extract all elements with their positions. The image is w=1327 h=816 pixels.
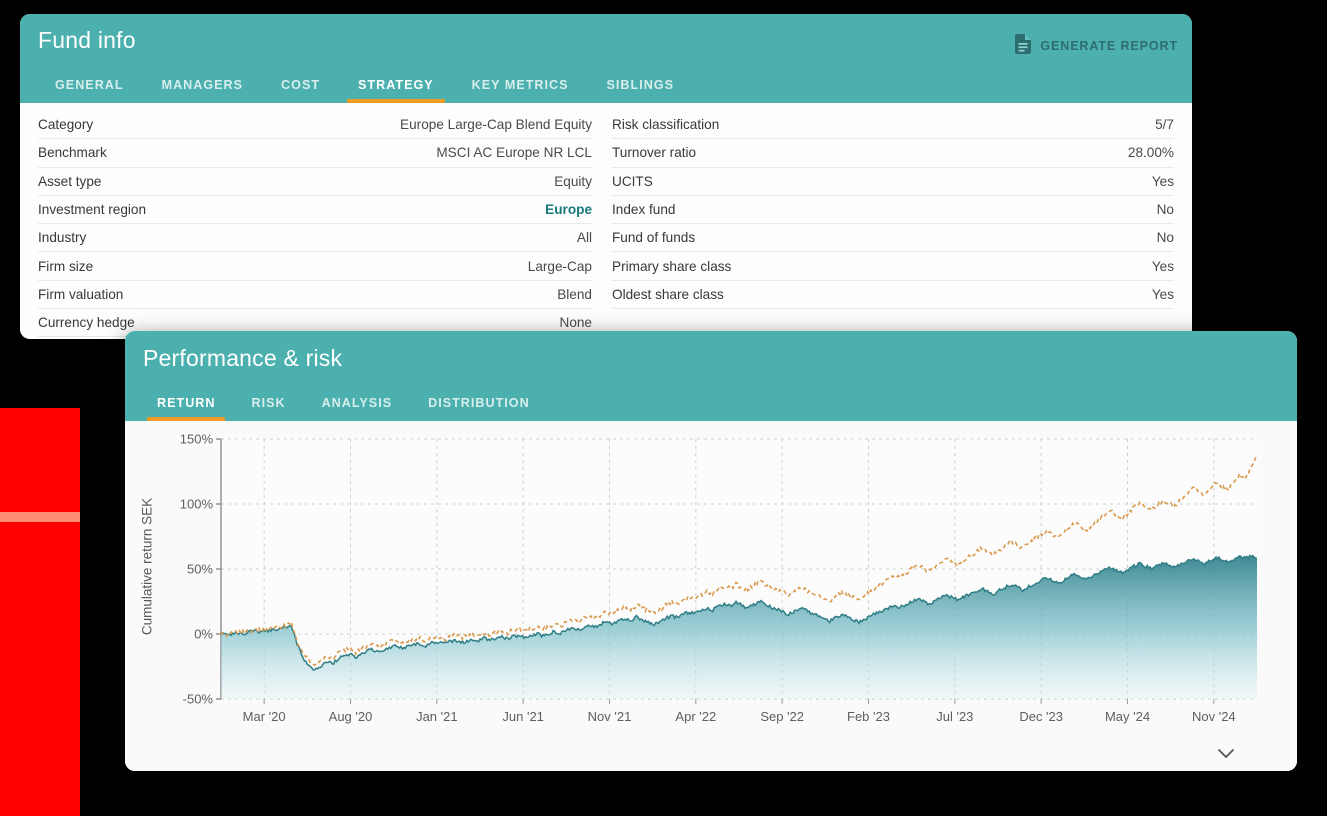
info-row-value: Yes [1151, 258, 1174, 274]
info-row-key: Risk classification [612, 117, 720, 133]
info-row: Firm size Large-Cap [38, 252, 592, 281]
performance-risk-card: Performance & risk RETURN RISK ANALYSIS DIS… [125, 331, 1297, 771]
info-row: Primary share class Yes [612, 252, 1174, 281]
y-axis-title: Cumulative return SEK [139, 497, 155, 636]
info-row: UCITS Yes [612, 168, 1174, 196]
tab-siblings[interactable]: SIBLINGS [588, 78, 693, 103]
info-row: Asset type Equity [38, 168, 592, 196]
info-row-key: Firm size [38, 258, 94, 274]
tab-strategy[interactable]: STRATEGY [339, 78, 453, 103]
info-row: Industry All [38, 224, 592, 253]
info-row-value: No [1156, 230, 1174, 246]
info-row-key: Investment region [38, 202, 147, 218]
info-row-value: Yes [1151, 286, 1174, 302]
fund-info-right-column: Risk classification 5/7 Turnover ratio 28.0… [606, 111, 1192, 337]
info-row-key: Turnover ratio [612, 145, 697, 161]
x-axis-tick-label: Aug '20 [328, 709, 373, 724]
performance-risk-tabs: RETURN RISK ANALYSIS DISTRIBUTION [139, 396, 548, 421]
x-axis-tick-label: Apr '22 [675, 709, 717, 724]
performance-risk-body: -50% 0% 50% 100% 150% Mar '20 Aug '20 Jan '21 Ju… [125, 421, 1297, 771]
generate-report-button[interactable]: GENERATE REPORT [1015, 34, 1178, 57]
x-axis-tick-label: Jan '21 [416, 709, 458, 724]
info-row-key: Category [38, 117, 94, 133]
x-axis-tick-label: Jun '21 [502, 709, 544, 724]
info-row-key: Fund of funds [612, 230, 696, 246]
info-row-key: Asset type [38, 173, 102, 189]
info-row: Turnover ratio 28.00% [612, 139, 1174, 168]
x-axis-tick-label: Sep '22 [760, 709, 804, 724]
info-row-value: Yes [1151, 173, 1174, 189]
screen-root: Fund info GENERATE REPORT GENERAL MANAGER… [0, 0, 1327, 816]
document-icon [1015, 34, 1032, 57]
info-row-value: No [1156, 202, 1174, 218]
fund-info-header: Fund info GENERATE REPORT GENERAL MANAGER… [20, 14, 1192, 103]
info-row-key: Firm valuation [38, 286, 124, 302]
info-row-key: Oldest share class [612, 286, 724, 302]
info-row-value[interactable]: Europe [545, 202, 592, 217]
x-axis-tick-label: Nov '24 [1191, 709, 1236, 724]
chevron-down-icon[interactable] [1213, 743, 1239, 763]
info-row: Risk classification 5/7 [612, 111, 1174, 140]
fund-info-card: Fund info GENERATE REPORT GENERAL MANAGER… [20, 14, 1192, 339]
info-row-key: Benchmark [38, 145, 107, 161]
info-row: Category Europe Large-Cap Blend Equity [38, 111, 592, 140]
tab-general[interactable]: GENERAL [36, 78, 143, 103]
performance-risk-title: Performance & risk [143, 345, 343, 371]
info-row-value: None [559, 315, 593, 331]
info-row: Fund of funds No [612, 224, 1174, 253]
performance-risk-header: Performance & risk RETURN RISK ANALYSIS DIS… [125, 331, 1297, 421]
info-row-value: 5/7 [1155, 117, 1174, 133]
info-row-key: Currency hedge [38, 315, 135, 331]
info-row-key: Primary share class [612, 258, 732, 274]
x-axis-tick-label: Nov '21 [587, 709, 632, 724]
x-axis-tick-label: Jul '23 [936, 709, 974, 724]
y-axis-tick-label: 100% [179, 496, 213, 512]
info-row-value: MSCI AC Europe NR LCL [436, 145, 592, 161]
chart-svg [216, 438, 1258, 704]
info-row-value: Europe Large-Cap Blend Equity [400, 117, 592, 133]
fund-info-left-column: Category Europe Large-Cap Blend Equity Ben… [20, 111, 606, 338]
info-row-value: Large-Cap [527, 258, 592, 274]
x-axis-tick-label: Dec '23 [1019, 709, 1063, 724]
cumulative-return-chart: -50% 0% 50% 100% 150% Mar '20 Aug '20 Jan '21 Ju… [125, 421, 1297, 751]
tab-managers[interactable]: MANAGERS [143, 78, 262, 103]
y-axis-tick-label: -50% [182, 691, 213, 707]
info-row: Firm valuation Blend [38, 281, 592, 310]
x-axis-tick-label: May '24 [1104, 709, 1151, 724]
info-row-value: All [576, 230, 592, 246]
tab-risk[interactable]: RISK [233, 396, 303, 421]
info-row-value: 28.00% [1127, 145, 1174, 161]
info-row-key: Index fund [612, 202, 676, 218]
tab-return[interactable]: RETURN [139, 396, 233, 421]
x-axis-tick-label: Mar '20 [242, 709, 286, 724]
x-axis-tick-label: Feb '23 [847, 709, 890, 724]
info-row-key: Industry [38, 230, 87, 246]
y-axis-tick-label: 150% [179, 431, 213, 447]
y-axis-tick-label: 50% [186, 561, 213, 577]
info-row-value: Equity [554, 173, 592, 189]
generate-report-label: GENERATE REPORT [1040, 38, 1178, 53]
tab-key-metrics[interactable]: KEY METRICS [453, 78, 588, 103]
tab-analysis[interactable]: ANALYSIS [304, 396, 411, 421]
y-axis-tick-label: 0% [194, 626, 213, 642]
info-row-value: Blend [557, 286, 592, 302]
fund-info-tabs: GENERAL MANAGERS COST STRATEGY KEY METRICS SI… [36, 78, 693, 103]
fund-info-body: Category Europe Large-Cap Blend Equity Ben… [20, 103, 1192, 338]
red-decoration-stripe [0, 512, 80, 522]
red-decoration-block [0, 408, 80, 816]
fund-info-title: Fund info [38, 27, 136, 53]
tab-distribution[interactable]: DISTRIBUTION [410, 396, 548, 421]
info-row: Benchmark MSCI AC Europe NR LCL [38, 139, 592, 168]
info-row-key: UCITS [612, 173, 653, 189]
info-row: Index fund No [612, 196, 1174, 225]
info-row: Oldest share class Yes [612, 281, 1174, 310]
info-row: Investment region Europe [38, 196, 592, 225]
tab-cost[interactable]: COST [262, 78, 339, 103]
